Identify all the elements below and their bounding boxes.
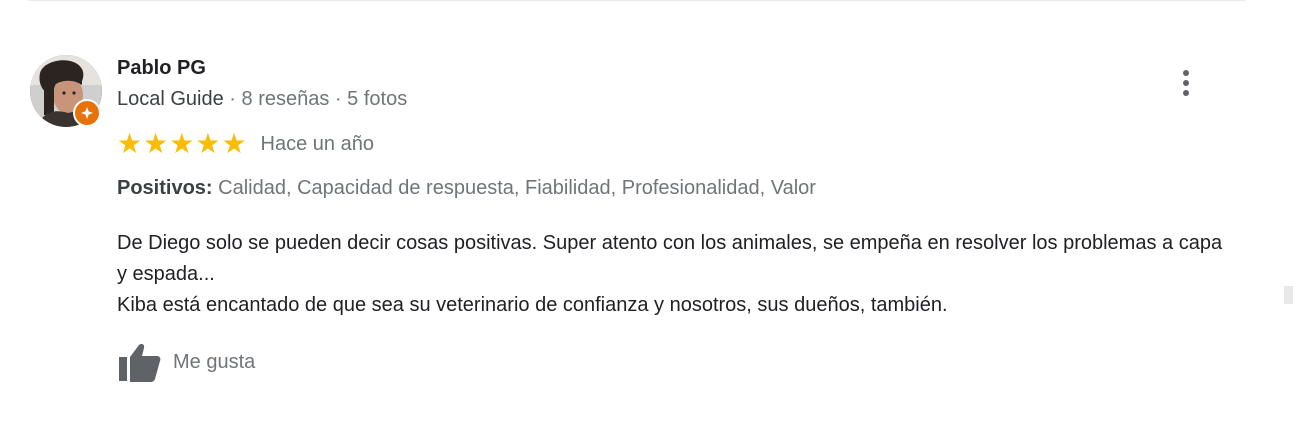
review-text-line: De Diego solo se pueden decir cosas posi… (117, 232, 1223, 285)
photos-count: 5 fotos (347, 88, 408, 110)
star-rating: ★ ★ ★ ★ ★ (117, 130, 247, 158)
scrollbar-thumb[interactable] (1284, 286, 1293, 304)
reviewer-meta[interactable]: Local Guide · 8 reseñas · 5 fotos (117, 87, 407, 111)
meta-separator: · (223, 88, 242, 110)
reviewer-name[interactable]: Pablo PG (117, 56, 206, 80)
thumb-up-icon (119, 344, 161, 382)
review-date: Hace un año (260, 133, 374, 155)
rating-row: ★ ★ ★ ★ ★ Hace un año (117, 130, 374, 158)
local-guide-badge-icon (73, 99, 101, 127)
star-icon: ★ (143, 127, 169, 160)
more-vert-icon (1183, 90, 1189, 96)
divider (28, 0, 1245, 1)
more-vert-icon (1183, 70, 1189, 76)
reviews-count: 8 reseñas (241, 88, 330, 110)
star-icon: ★ (117, 127, 143, 160)
review-card: Pablo PG Local Guide · 8 reseñas · 5 fot… (0, 0, 1293, 441)
star-icon: ★ (221, 127, 247, 160)
more-vert-icon (1183, 80, 1189, 86)
positives-label: Positivos: (117, 177, 213, 199)
positives: Positivos: Calidad, Capacidad de respues… (117, 176, 816, 200)
like-button[interactable]: Me gusta (117, 342, 255, 382)
review-text: De Diego solo se pueden decir cosas posi… (117, 228, 1237, 321)
more-options-button[interactable] (1170, 66, 1202, 100)
local-guide-label: Local Guide (117, 88, 224, 110)
star-icon: ★ (169, 127, 195, 160)
like-label: Me gusta (173, 351, 256, 373)
star-icon: ★ (195, 127, 221, 160)
positives-values: Calidad, Capacidad de respuesta, Fiabili… (218, 177, 816, 199)
meta-separator: · (329, 88, 348, 110)
review-text-line: Kiba está encantado de que sea su veteri… (117, 294, 948, 316)
